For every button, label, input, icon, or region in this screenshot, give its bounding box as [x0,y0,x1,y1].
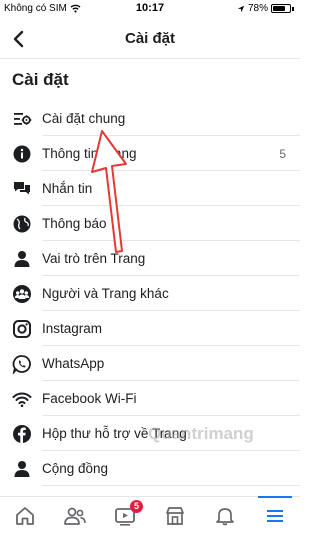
tab-notifications[interactable] [200,497,250,535]
status-bar: Không có SIM 10:17 78% [0,0,300,18]
whatsapp-icon [12,354,32,374]
menu-label: Instagram [42,321,103,336]
menu-label: Thông báo [42,216,107,231]
tab-menu[interactable] [250,496,300,535]
menu-item-page-support-inbox[interactable]: Hộp thư hỗ trợ về Trang [0,416,300,451]
menu-label: Thông tin Trang [42,146,137,161]
menu-item-community[interactable]: Cộng đồng [0,451,300,486]
menu-item-whatsapp[interactable]: WhatsApp [0,346,300,381]
battery-icon [271,4,291,13]
bottom-tab-bar: 5 [0,496,300,535]
menu-item-page-roles[interactable]: Vai trò trên Trang [0,241,300,276]
person-icon [12,459,32,479]
facebook-icon [12,424,32,444]
person-icon [12,249,32,269]
battery-tip [292,6,294,11]
marketplace-icon [166,507,184,525]
wifi-icon [12,389,32,409]
menu-item-notifications[interactable]: Thông báo [0,206,300,241]
battery-percent: 78% [247,3,268,14]
info-icon [12,144,32,164]
menu-item-page-info[interactable]: Thông tin Trang 5 [0,136,300,171]
top-header: Cài đặt [0,20,300,58]
people-group-icon [12,284,32,304]
notification-badge: 5 [130,500,143,513]
tab-watch[interactable]: 5 [100,497,150,535]
battery-fill [273,6,286,11]
tab-friends[interactable] [50,497,100,535]
bell-icon [216,508,234,526]
menu-label: Cộng đồng [42,461,109,476]
location-icon [237,5,245,12]
tab-marketplace[interactable] [150,497,200,535]
home-icon [16,507,34,525]
menu-icon [267,510,283,522]
menu-label: Vai trò trên Trang [42,251,146,266]
menu-item-general-settings[interactable]: Cài đặt chung [0,101,300,136]
menu-label: Người và Trang khác [42,286,169,301]
tab-home[interactable] [0,497,50,535]
menu-count: 5 [279,146,286,161]
menu-item-people-and-pages[interactable]: Người và Trang khác [0,276,300,311]
menu-label: Hộp thư hỗ trợ về Trang [42,426,187,441]
section-title: Cài đặt [12,70,69,89]
globe-icon [12,214,32,234]
menu-label: WhatsApp [42,356,105,371]
settings-menu: Cài đặt chung Thông tin Trang 5 Nhắn tin [0,101,300,486]
menu-item-messaging[interactable]: Nhắn tin [0,171,300,206]
menu-item-facebook-wifi[interactable]: Facebook Wi-Fi [0,381,300,416]
menu-label: Cài đặt chung [42,111,126,126]
menu-item-instagram[interactable]: Instagram [0,311,300,346]
menu-label: Nhắn tin [42,181,93,196]
chat-bubbles-icon [12,179,32,199]
instagram-icon [12,319,32,339]
friends-icon [64,507,86,525]
header-divider [0,58,300,59]
sliders-gear-icon [12,109,32,129]
menu-label: Facebook Wi-Fi [42,391,137,406]
page-title: Cài đặt [124,30,175,47]
battery-group: 78% [237,3,294,14]
